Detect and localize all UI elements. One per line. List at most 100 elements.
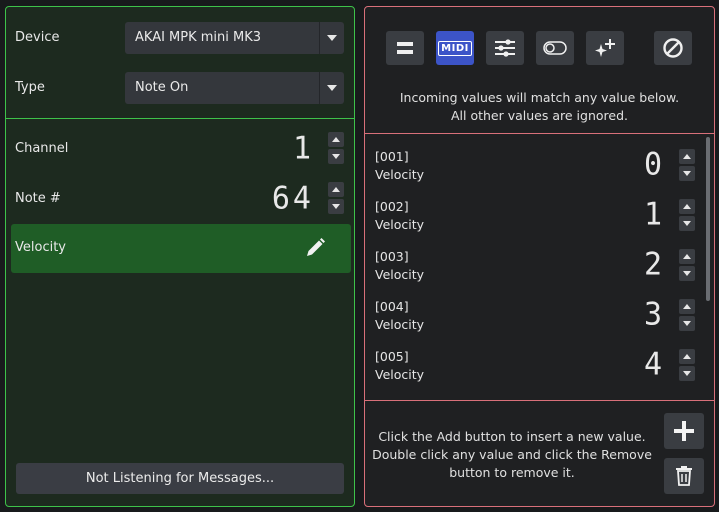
add-value-button[interactable]: [664, 413, 704, 449]
value-label: Velocity: [375, 217, 425, 232]
note-spinner[interactable]: [328, 182, 344, 214]
chevron-down-icon: [319, 72, 344, 104]
value-index: [003]: [375, 249, 409, 264]
value-spinner[interactable]: [679, 149, 695, 181]
values-panel: MIDI Incoming values will match any valu…: [364, 6, 715, 507]
help-line: button to remove it.: [449, 465, 575, 480]
value-number[interactable]: 1: [644, 196, 665, 233]
decrement-button[interactable]: [679, 316, 695, 331]
list-item[interactable]: [003] Velocity 2: [375, 241, 695, 289]
chevron-up-icon: [683, 304, 691, 309]
toggle-icon: [543, 41, 567, 55]
increment-button[interactable]: [679, 199, 695, 214]
value-number[interactable]: 0: [644, 146, 665, 183]
value-number[interactable]: 3: [644, 296, 665, 333]
increment-button[interactable]: [328, 182, 344, 197]
value-label: Velocity: [375, 167, 425, 182]
chevron-down-icon: [683, 271, 691, 276]
chevron-down-icon: [319, 22, 344, 54]
chevron-up-icon: [683, 154, 691, 159]
remove-value-button[interactable]: [664, 458, 704, 494]
list-item[interactable]: [002] Velocity 1: [375, 191, 695, 239]
value-label: Velocity: [375, 367, 425, 382]
decrement-button[interactable]: [679, 366, 695, 381]
list-item[interactable]: [004] Velocity 3: [375, 291, 695, 339]
chevron-down-icon: [332, 204, 340, 209]
note-value[interactable]: 64: [272, 180, 314, 217]
value-spinner[interactable]: [679, 349, 695, 381]
match-info: Incoming values will match any value bel…: [365, 89, 714, 125]
channel-value[interactable]: 1: [293, 130, 314, 167]
trash-icon: [676, 466, 692, 486]
sliders-icon: [495, 39, 515, 57]
decrement-button[interactable]: [679, 266, 695, 281]
increment-button[interactable]: [679, 349, 695, 364]
device-value: AKAI MPK mini MK3: [135, 30, 262, 45]
disable-button[interactable]: [654, 31, 692, 65]
midi-button[interactable]: MIDI: [436, 31, 474, 65]
chevron-up-icon: [683, 254, 691, 259]
help-text: Click the Add button to insert a new val…: [371, 428, 653, 482]
chevron-down-icon: [683, 371, 691, 376]
chevron-up-icon: [332, 187, 340, 192]
sparkle-plus-icon: [595, 39, 615, 57]
equals-icon: [397, 42, 413, 54]
plus-icon: [674, 421, 694, 441]
decrement-button[interactable]: [679, 166, 695, 181]
toggle-button[interactable]: [536, 31, 574, 65]
divider: [6, 118, 354, 119]
info-line: All other values are ignored.: [450, 108, 628, 123]
value-spinner[interactable]: [679, 199, 695, 231]
value-number[interactable]: 2: [644, 246, 665, 283]
value-index: [005]: [375, 349, 409, 364]
device-label: Device: [15, 30, 60, 45]
type-value: Note On: [135, 80, 189, 95]
device-dropdown[interactable]: AKAI MPK mini MK3: [125, 22, 344, 54]
value-number[interactable]: 4: [644, 346, 665, 383]
chevron-down-icon: [683, 171, 691, 176]
decrement-button[interactable]: [679, 216, 695, 231]
midi-icon: MIDI: [438, 40, 472, 56]
chevron-down-icon: [683, 221, 691, 226]
increment-button[interactable]: [679, 149, 695, 164]
list-item[interactable]: [001] Velocity 0: [375, 141, 695, 189]
divider: [365, 400, 714, 401]
decrement-button[interactable]: [328, 199, 344, 214]
value-index: [004]: [375, 299, 409, 314]
value-index: [001]: [375, 149, 409, 164]
scrollbar[interactable]: [706, 137, 710, 301]
listen-button[interactable]: Not Listening for Messages...: [16, 463, 344, 494]
prohibit-icon: [663, 38, 683, 58]
help-line: Click the Add button to insert a new val…: [378, 429, 646, 444]
pencil-icon[interactable]: [304, 237, 326, 263]
value-index: [002]: [375, 199, 409, 214]
velocity-label: Velocity: [15, 240, 66, 255]
chevron-down-icon: [683, 321, 691, 326]
value-spinner[interactable]: [679, 299, 695, 331]
chevron-down-icon: [332, 154, 340, 159]
channel-label: Channel: [15, 141, 69, 156]
increment-button[interactable]: [328, 132, 344, 147]
chevron-up-icon: [683, 354, 691, 359]
decrement-button[interactable]: [328, 149, 344, 164]
mapping-panel: Device AKAI MPK mini MK3 Type Note On Ch…: [5, 6, 355, 507]
channel-spinner[interactable]: [328, 132, 344, 164]
chevron-up-icon: [683, 204, 691, 209]
chevron-up-icon: [332, 137, 340, 142]
sliders-button[interactable]: [486, 31, 524, 65]
match-equals-button[interactable]: [386, 31, 424, 65]
help-line: Double click any value and click the Rem…: [372, 447, 652, 462]
value-spinner[interactable]: [679, 249, 695, 281]
sparkle-add-button[interactable]: [586, 31, 624, 65]
list-item[interactable]: [005] Velocity 4: [375, 341, 695, 389]
note-label: Note #: [15, 191, 61, 206]
increment-button[interactable]: [679, 249, 695, 264]
type-label: Type: [15, 80, 45, 95]
divider: [365, 133, 714, 134]
type-dropdown[interactable]: Note On: [125, 72, 344, 104]
value-label: Velocity: [375, 317, 425, 332]
increment-button[interactable]: [679, 299, 695, 314]
value-label: Velocity: [375, 267, 425, 282]
info-line: Incoming values will match any value bel…: [399, 90, 680, 105]
velocity-row[interactable]: Velocity: [11, 224, 351, 273]
